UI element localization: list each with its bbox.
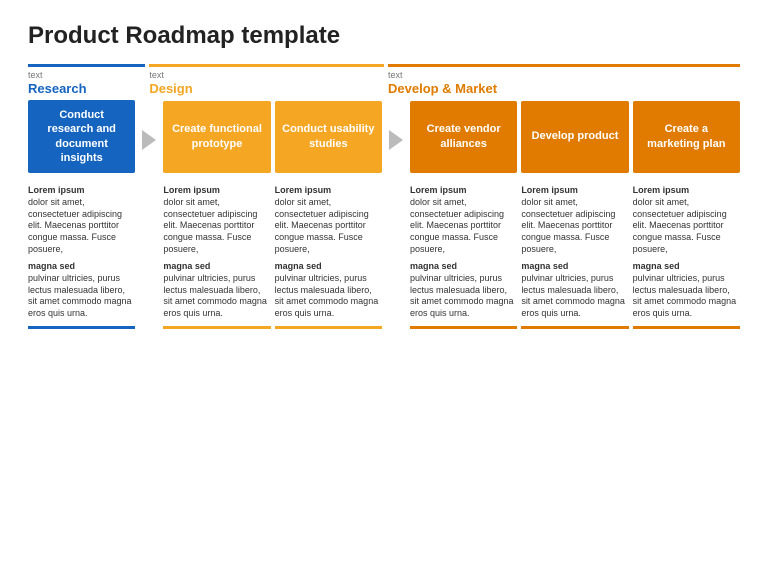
card-design-1: Create functional prototype [163,101,270,173]
text-1-col-2: Lorem ipsum dolor sit amet, consectetuer… [163,185,270,255]
text-2-col-5: magna sed pulvinar ultricies, purus lect… [521,261,628,319]
bottom-bar-col-1 [28,326,135,329]
page-title: Product Roadmap template [28,22,740,50]
phase-research-label: Research [28,81,145,96]
card-develop-3: Create a marketing plan [633,101,740,173]
phase-research-header: text Research [28,64,145,96]
roadmap: text Research text Design text Develop &… [28,64,740,329]
spacer-3 [139,261,159,319]
text-2-col-6: magna sed pulvinar ultricies, purus lect… [633,261,740,319]
card-cell-2: Create functional prototype [163,101,270,179]
phase-design-label: Design [149,81,384,96]
bottom-bars-row [28,326,740,329]
card-cell-6: Create a marketing plan [633,101,740,179]
arrow-icon-2 [389,130,403,150]
text-2-col-3: magna sed pulvinar ultricies, purus lect… [275,261,382,319]
bar-develop [388,64,740,67]
bottom-bar-col-2 [163,326,270,329]
text-2-col-1: magna sed pulvinar ultricies, purus lect… [28,261,135,319]
bar-design [149,64,384,67]
text-1-col-1: Lorem ipsum dolor sit amet, consectetuer… [28,185,135,255]
text-row-2: magna sed pulvinar ultricies, purus lect… [28,261,740,319]
spacer-2 [386,185,406,255]
card-cell-3: Conduct usability studies [275,101,382,179]
bottom-bar-col-3 [275,326,382,329]
arrow-icon-1 [142,130,156,150]
phase-research-label-small: text [28,70,145,80]
text-1-col-4: Lorem ipsum dolor sit amet, consectetuer… [410,185,517,255]
card-research: Conduct research and document insights [28,100,135,173]
phase-design-label-small: text [149,70,384,80]
phase-headers-row: text Research text Design text Develop &… [28,64,740,96]
text-1-col-5: Lorem ipsum dolor sit amet, consectetuer… [521,185,628,255]
arrow-1 [139,130,159,150]
phase-design-header: text Design [149,64,384,96]
phase-develop-header: text Develop & Market [388,64,740,96]
cards-row: Conduct research and document insights C… [28,100,740,179]
bottom-bar-col-4 [410,326,517,329]
page: Product Roadmap template text Research t… [0,0,768,576]
spacer-4 [386,261,406,319]
bottom-bar-col-5 [521,326,628,329]
text-row-1: Lorem ipsum dolor sit amet, consectetuer… [28,185,740,255]
arrow-2 [386,130,406,150]
card-design-2: Conduct usability studies [275,101,382,173]
spacer-1 [139,185,159,255]
text-2-col-2: magna sed pulvinar ultricies, purus lect… [163,261,270,319]
card-cell-1: Conduct research and document insights [28,100,135,179]
phase-develop-label: Develop & Market [388,81,740,96]
bar-research [28,64,145,67]
text-1-col-3: Lorem ipsum dolor sit amet, consectetuer… [275,185,382,255]
card-cell-5: Develop product [521,101,628,179]
text-1-col-6: Lorem ipsum dolor sit amet, consectetuer… [633,185,740,255]
card-develop-1: Create vendor alliances [410,101,517,173]
bottom-spacer-2 [386,326,406,329]
card-cell-4: Create vendor alliances [410,101,517,179]
phase-develop-label-small: text [388,70,740,80]
bottom-spacer-1 [139,326,159,329]
text-2-col-4: magna sed pulvinar ultricies, purus lect… [410,261,517,319]
bottom-bar-col-6 [633,326,740,329]
card-develop-2: Develop product [521,101,628,173]
